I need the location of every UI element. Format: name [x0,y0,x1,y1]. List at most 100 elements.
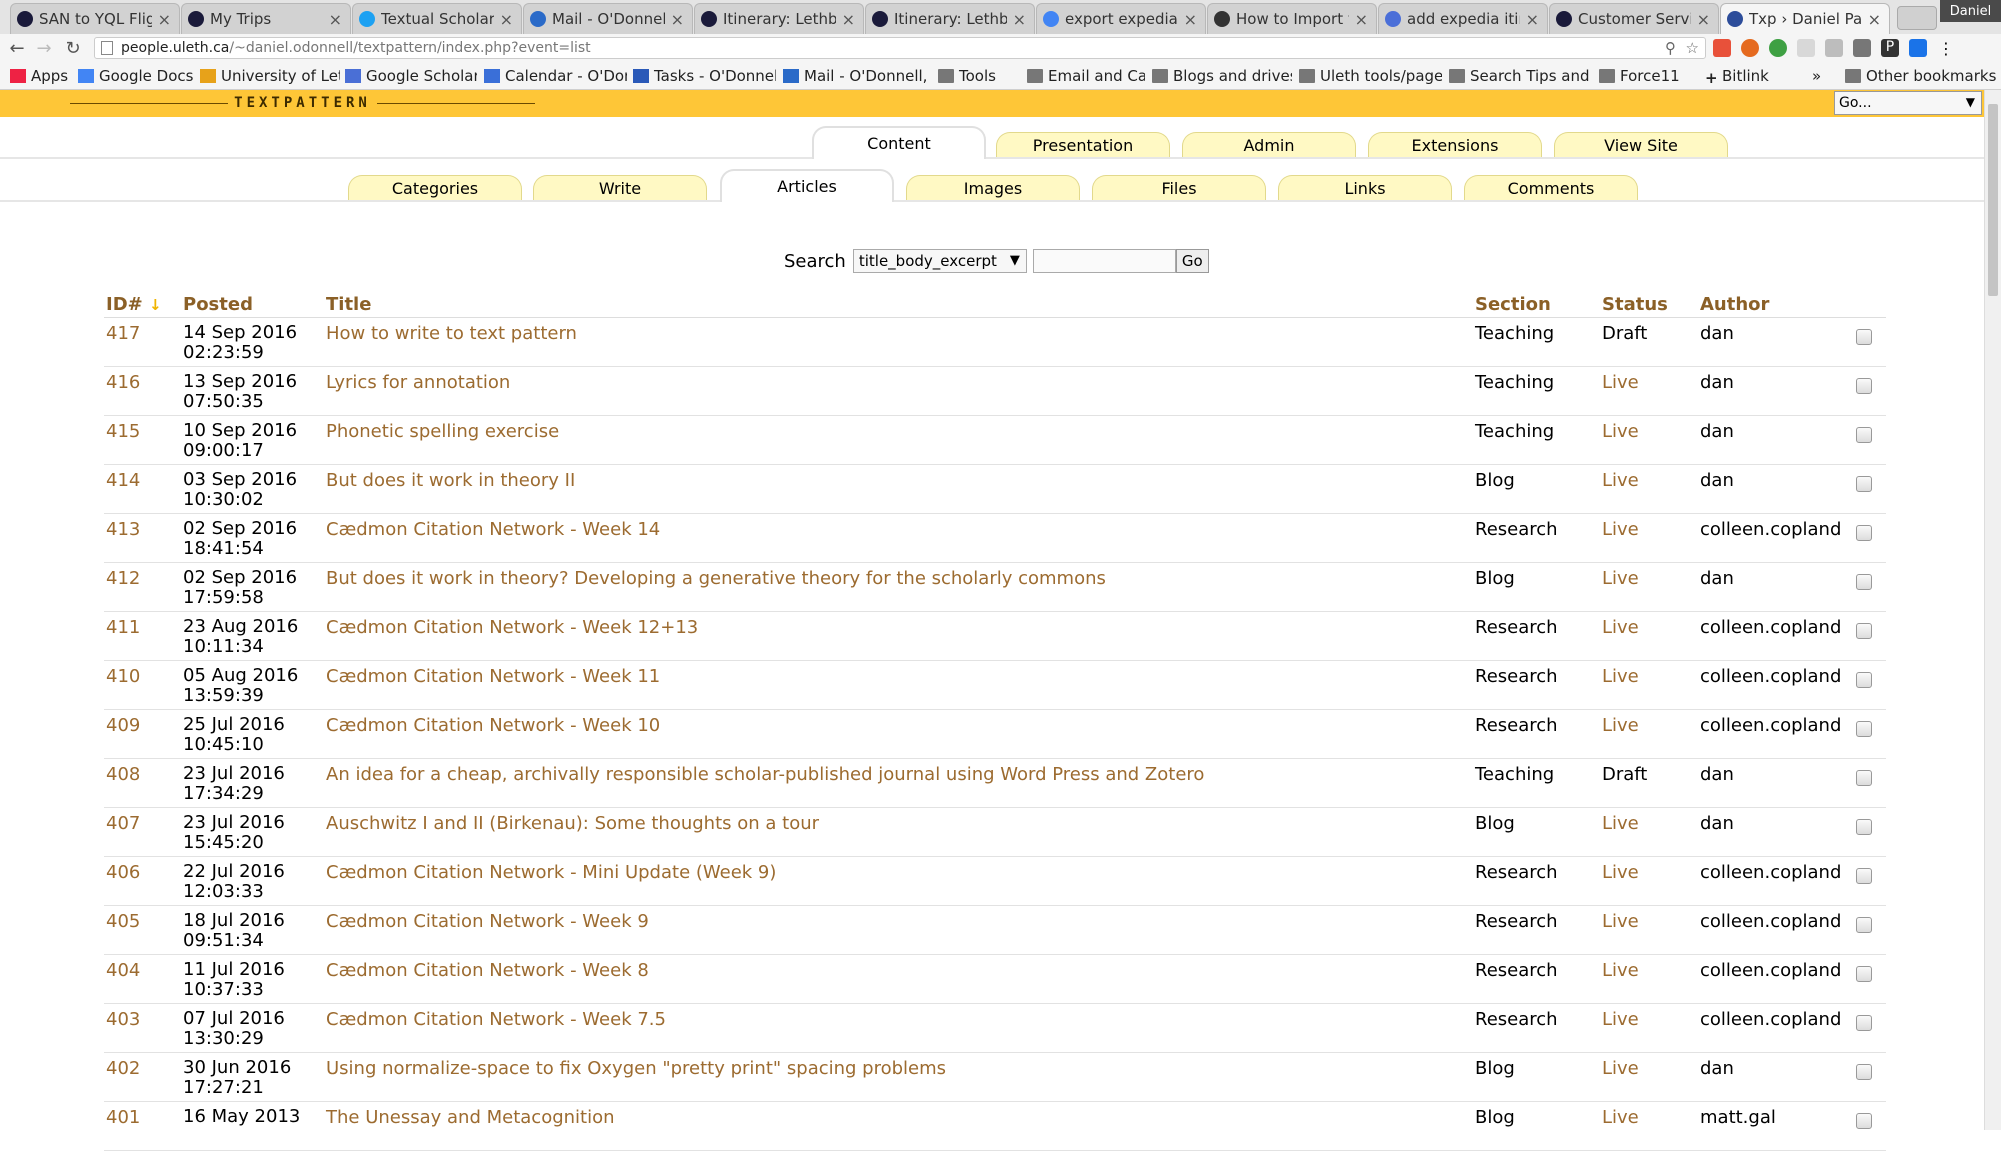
address-bar[interactable]: people.uleth.ca/~daniel.odonnell/textpat… [94,37,1706,59]
column-section[interactable]: Section [1475,294,1551,315]
bookmark-item[interactable]: Calendar - O'Don [484,66,627,86]
article-title-link[interactable]: Cædmon Citation Network - Week 8 [326,960,649,981]
article-status[interactable]: Live [1602,568,1639,589]
article-id-link[interactable]: 404 [106,960,140,981]
extension-layers-icon[interactable] [1909,39,1927,57]
row-checkbox[interactable] [1856,917,1872,933]
article-id-link[interactable]: 401 [106,1107,140,1128]
scrollbar-thumb[interactable] [1988,104,1998,296]
row-checkbox[interactable] [1856,574,1872,590]
article-id-link[interactable]: 407 [106,813,140,834]
bookmark-item[interactable]: Force11 [1599,66,1697,86]
close-icon[interactable]: × [158,10,171,29]
article-id-link[interactable]: 411 [106,617,140,638]
article-status[interactable]: Live [1602,960,1639,981]
article-title-link[interactable]: Cædmon Citation Network - Mini Update (W… [326,862,776,883]
tab-presentation[interactable]: Presentation [996,132,1170,157]
row-checkbox[interactable] [1856,427,1872,443]
column-title[interactable]: Title [326,294,371,315]
tab-articles[interactable]: Articles [720,169,894,202]
column-posted[interactable]: Posted [183,294,253,315]
zoom-star-icons[interactable]: ⚲ ☆ [1665,39,1699,57]
tab-view-site[interactable]: View Site [1554,132,1728,157]
new-tab-button[interactable] [1897,6,1937,30]
article-id-link[interactable]: 417 [106,323,140,344]
search-method-select[interactable]: title_body_excerpt ▼ [852,249,1027,273]
row-checkbox[interactable] [1856,819,1872,835]
extension-evernote-icon[interactable] [1769,39,1787,57]
bookmark-item[interactable]: Email and Calend [1027,66,1145,86]
tab-write[interactable]: Write [533,175,707,200]
tab-categories[interactable]: Categories [348,175,522,200]
browser-tab[interactable]: How to Import y × [1207,3,1377,34]
article-title-link[interactable]: Cædmon Citation Network - Week 12+13 [326,617,698,638]
article-id-link[interactable]: 405 [106,911,140,932]
close-icon[interactable]: × [1013,10,1026,29]
browser-tab[interactable]: Txp › Daniel Pau × [1720,3,1890,34]
browser-tab[interactable]: export expedia × [1036,3,1206,34]
article-status[interactable]: Live [1602,519,1639,540]
article-id-link[interactable]: 402 [106,1058,140,1079]
article-title-link[interactable]: How to write to text pattern [326,323,577,344]
bookmark-item[interactable]: Tools [938,66,1018,86]
close-icon[interactable]: × [329,10,342,29]
article-id-link[interactable]: 413 [106,519,140,540]
article-status[interactable]: Live [1602,1009,1639,1030]
bookmark-item[interactable]: Uleth tools/page [1299,66,1442,86]
article-status[interactable]: Live [1602,715,1639,736]
article-title-link[interactable]: Auschwitz I and II (Birkenau): Some thou… [326,813,819,834]
browser-tab[interactable]: Itinerary: Lethb × [694,3,864,34]
article-status[interactable]: Live [1602,862,1639,883]
tab-images[interactable]: Images [906,175,1080,200]
bookmark-item[interactable]: Apps [10,66,70,86]
tab-content[interactable]: Content [812,126,986,159]
browser-tab[interactable]: My Trips × [181,3,351,34]
article-status[interactable]: Live [1602,911,1639,932]
row-checkbox[interactable] [1856,378,1872,394]
article-id-link[interactable]: 403 [106,1009,140,1030]
article-id-link[interactable]: 414 [106,470,140,491]
article-status[interactable]: Live [1602,421,1639,442]
bookmark-item[interactable]: Tasks - O'Donnell [633,66,776,86]
row-checkbox[interactable] [1856,966,1872,982]
article-title-link[interactable]: Using normalize-space to fix Oxygen "pre… [326,1058,946,1079]
bookmark-item[interactable]: University of Leth [200,66,340,86]
article-title-link[interactable]: Cædmon Citation Network - Week 14 [326,519,660,540]
menu-icon[interactable]: ⋮ [1937,39,1955,58]
article-title-link[interactable]: Cædmon Citation Network - Week 10 [326,715,660,736]
article-id-link[interactable]: 412 [106,568,140,589]
close-icon[interactable]: × [1184,10,1197,29]
row-checkbox[interactable] [1856,623,1872,639]
tab-admin[interactable]: Admin [1182,132,1356,157]
article-id-link[interactable]: 416 [106,372,140,393]
close-icon[interactable]: × [1526,10,1539,29]
tab-comments[interactable]: Comments [1464,175,1638,200]
row-checkbox[interactable] [1856,1113,1872,1129]
article-title-link[interactable]: Lyrics for annotation [326,372,510,393]
close-icon[interactable]: × [671,10,684,29]
row-checkbox[interactable] [1856,1064,1872,1080]
close-icon[interactable]: × [1355,10,1368,29]
bookmark-item[interactable]: Mail - O'Donnell, [783,66,928,86]
article-status[interactable]: Live [1602,1107,1639,1128]
bookmark-item[interactable]: Google Docs [78,66,193,86]
article-id-link[interactable]: 406 [106,862,140,883]
browser-tab[interactable]: Mail - O'Donnell × [523,3,693,34]
column-status[interactable]: Status [1602,294,1668,315]
article-id-link[interactable]: 410 [106,666,140,687]
tab-files[interactable]: Files [1092,175,1266,200]
article-title-link[interactable]: Phonetic spelling exercise [326,421,559,442]
browser-tab[interactable]: Itinerary: Lethb × [865,3,1035,34]
tab-extensions[interactable]: Extensions [1368,132,1542,157]
article-status[interactable]: Live [1602,470,1639,491]
article-status[interactable]: Live [1602,617,1639,638]
article-title-link[interactable]: But does it work in theory II [326,470,575,491]
jump-select[interactable]: Go... ▼ [1834,91,1982,115]
reload-icon[interactable]: ↻ [62,37,84,59]
bookmark-item[interactable]: Blogs and drives [1152,66,1292,86]
browser-tab[interactable]: add expedia itin × [1378,3,1548,34]
bookmarks-overflow-button[interactable]: » [1812,66,1821,86]
close-icon[interactable]: × [1697,10,1710,29]
extension-plus-icon[interactable] [1713,39,1731,57]
extension-fire-icon[interactable] [1741,39,1759,57]
